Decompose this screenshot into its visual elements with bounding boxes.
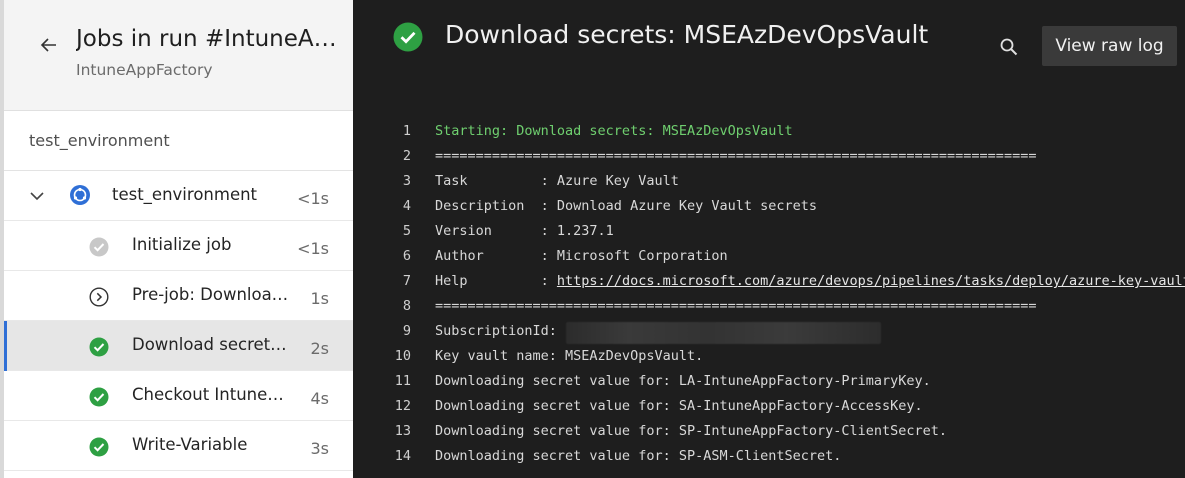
line-number: 6 xyxy=(402,248,411,264)
line-number: 9 xyxy=(402,323,411,339)
log-line: 5 Version : 1.237.1 xyxy=(353,220,1185,245)
line-number: 10 xyxy=(394,348,411,364)
line-number: 2 xyxy=(402,148,411,164)
jobs-header: Jobs in run #IntuneA… IntuneAppFactory xyxy=(4,0,353,111)
check-circle-icon xyxy=(89,437,109,457)
page-title: Jobs in run #IntuneA… xyxy=(76,26,337,52)
jobs-panel: Jobs in run #IntuneA… IntuneAppFactory t… xyxy=(0,0,353,478)
job-group-row[interactable]: test_environment <1s xyxy=(4,171,353,221)
step-label: Download secret… xyxy=(132,335,287,354)
log-line: 1 Starting: Download secrets: MSEAzDevOps… xyxy=(353,120,1185,145)
line-number: 13 xyxy=(394,423,411,439)
log-line: 7 Help : https://docs.microsoft.com/azure… xyxy=(353,270,1185,295)
stage-label: test_environment xyxy=(29,131,170,150)
log-text: Help : https://docs.microsoft.com/azure/… xyxy=(435,273,1185,289)
step-label: Checkout Intune… xyxy=(132,385,284,404)
log-line: 8 =======================================… xyxy=(353,295,1185,320)
log-text: Downloading secret value for: SP-ASM-Cli… xyxy=(435,448,842,464)
redacted-value xyxy=(566,322,881,344)
log-text: ========================================… xyxy=(435,298,1037,314)
log-line: 10 Key vault name: MSEAzDevOpsVault. xyxy=(353,345,1185,370)
log-line: 14 Downloading secret value for: SP-ASM-C… xyxy=(353,445,1185,470)
log-text-prefix: Help : xyxy=(435,273,557,289)
log-link[interactable]: https://docs.microsoft.com/azure/devops/… xyxy=(557,273,1185,289)
line-number: 4 xyxy=(402,198,411,214)
check-circle-icon xyxy=(89,337,109,357)
step-row-checkout[interactable]: Checkout Intune… 4s xyxy=(4,371,353,421)
log-text: Downloading secret value for: SA-IntuneA… xyxy=(435,398,923,414)
line-number: 5 xyxy=(402,223,411,239)
view-raw-log-button[interactable]: View raw log xyxy=(1042,26,1177,66)
step-duration: 4s xyxy=(310,389,329,408)
log-text: ========================================… xyxy=(435,148,1037,164)
line-number: 7 xyxy=(402,273,411,289)
log-line: 12 Downloading secret value for: SA-Intun… xyxy=(353,395,1185,420)
step-label: Write-Variable xyxy=(132,435,248,454)
selection-indicator xyxy=(4,321,7,371)
back-button[interactable] xyxy=(34,30,64,60)
log-line: 4 Description : Download Azure Key Vault … xyxy=(353,195,1185,220)
step-label: Initialize job xyxy=(132,235,232,254)
step-row-write-variable[interactable]: Write-Variable 3s xyxy=(4,421,353,471)
back-arrow-icon xyxy=(40,38,56,52)
step-duration: <1s xyxy=(297,239,329,258)
check-circle-icon xyxy=(393,22,423,52)
log-output: 1 Starting: Download secrets: MSEAzDevOps… xyxy=(353,120,1185,478)
chevron-down-icon[interactable] xyxy=(28,187,46,205)
line-number: 8 xyxy=(402,298,411,314)
log-panel: Download secrets: MSEAzDevOpsVault View … xyxy=(353,0,1185,478)
step-duration: 3s xyxy=(310,439,329,458)
log-text: Key vault name: MSEAzDevOpsVault. xyxy=(435,348,704,364)
log-line: 2 =======================================… xyxy=(353,145,1185,170)
pipeline-job-icon xyxy=(70,185,90,205)
step-row-pre-job[interactable]: Pre-job: Downloa… 1s xyxy=(4,271,353,321)
log-text: Downloading secret value for: SP-IntuneA… xyxy=(435,423,948,439)
play-circle-icon xyxy=(89,287,109,307)
step-duration: 2s xyxy=(310,339,329,358)
line-number: 12 xyxy=(394,398,411,414)
log-text: Description : Download Azure Key Vault s… xyxy=(435,198,818,214)
log-text: Version : 1.237.1 xyxy=(435,223,614,239)
log-text: SubscriptionId: xyxy=(435,323,557,339)
log-line: 6 Author : Microsoft Corporation xyxy=(353,245,1185,270)
step-label: Pre-job: Downloa… xyxy=(132,285,289,304)
log-text: Downloading secret value for: LA-IntuneA… xyxy=(435,373,931,389)
line-number: 14 xyxy=(394,448,411,464)
task-title: Download secrets: MSEAzDevOpsVault xyxy=(445,20,929,49)
job-duration: <1s xyxy=(297,189,329,208)
line-number: 11 xyxy=(394,373,411,389)
step-row-download-secrets[interactable]: Download secret… 2s xyxy=(4,321,353,371)
log-line: 9 SubscriptionId: xyxy=(353,320,1185,345)
pipeline-name: IntuneAppFactory xyxy=(76,61,213,79)
job-group-label: test_environment xyxy=(112,185,258,204)
line-number: 3 xyxy=(402,173,411,189)
log-text: Task : Azure Key Vault xyxy=(435,173,679,189)
search-icon[interactable] xyxy=(998,36,1020,58)
step-row-initialize-job[interactable]: Initialize job <1s xyxy=(4,221,353,271)
check-circle-icon xyxy=(89,237,109,257)
check-circle-icon xyxy=(89,387,109,407)
log-line: 13 Downloading secret value for: SP-Intun… xyxy=(353,420,1185,445)
log-text: Starting: Download secrets: MSEAzDevOpsV… xyxy=(435,123,793,139)
step-duration: 1s xyxy=(310,289,329,308)
log-text: Author : Microsoft Corporation xyxy=(435,248,728,264)
line-number: 1 xyxy=(402,123,411,139)
log-line: 3 Task : Azure Key Vault xyxy=(353,170,1185,195)
log-line: 11 Downloading secret value for: LA-Intun… xyxy=(353,370,1185,395)
